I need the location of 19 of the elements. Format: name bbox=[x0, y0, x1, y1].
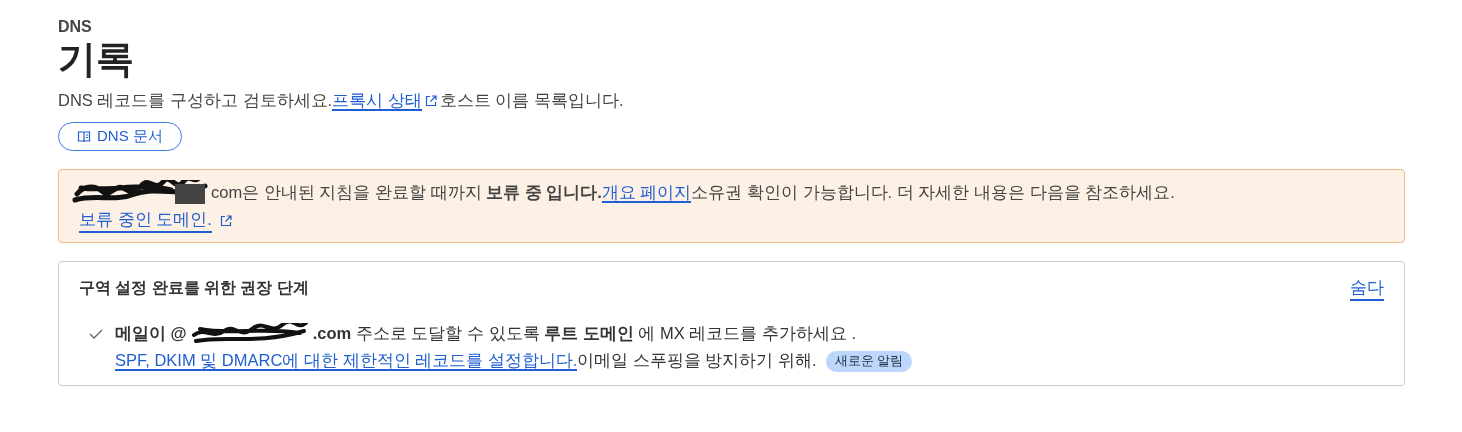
step-text: .com 주소로 도달할 수 있도록 루트 도메인 에 MX 레코드를 추가하세요 . bbox=[312, 323, 856, 344]
description-text: DNS 레코드를 구성하고 검토하세요.프록시 상태 bbox=[58, 90, 422, 112]
hide-link[interactable]: 숨다 bbox=[1350, 276, 1384, 301]
description-text: 호스트 이름 목록입니다. bbox=[439, 90, 624, 111]
external-link-icon bbox=[424, 95, 437, 107]
section-eyebrow: DNS bbox=[58, 18, 93, 36]
dns-docs-button[interactable]: DNS 문서 bbox=[58, 122, 182, 151]
step-text: SPF, DKIM 및 DMARC에 대한 제한적인 레코드를 설정합니다.이메일 스푸핑을 방지하기 위해. bbox=[115, 350, 817, 372]
card-title: 구역 설정 완료를 위한 권장 단계 bbox=[79, 278, 309, 298]
proxy-status-link[interactable]: 프록시 상태 bbox=[332, 91, 422, 111]
step-text: 메일이 @ bbox=[115, 323, 187, 344]
book-icon bbox=[77, 129, 91, 144]
new-badge: 새로운 알림 bbox=[825, 350, 913, 372]
pending-domain-link[interactable]: 보류 중인 도메인. bbox=[79, 209, 212, 233]
record-setup-link[interactable]: SPF, DKIM 및 DMARC에 대한 제한적인 레코드를 설정합니다. bbox=[115, 351, 578, 371]
page-title: 기록 bbox=[58, 37, 135, 82]
notice-text: com은 안내된 지침을 완료할 때까지 보류 중 입니다.개요 페이지소유권 확인이 가능합니다. 더 자세한 내용은 다음을 참조하세요. bbox=[211, 182, 1175, 204]
overview-page-link[interactable]: 개요 페이지 bbox=[601, 183, 692, 203]
external-link-icon bbox=[219, 215, 232, 227]
